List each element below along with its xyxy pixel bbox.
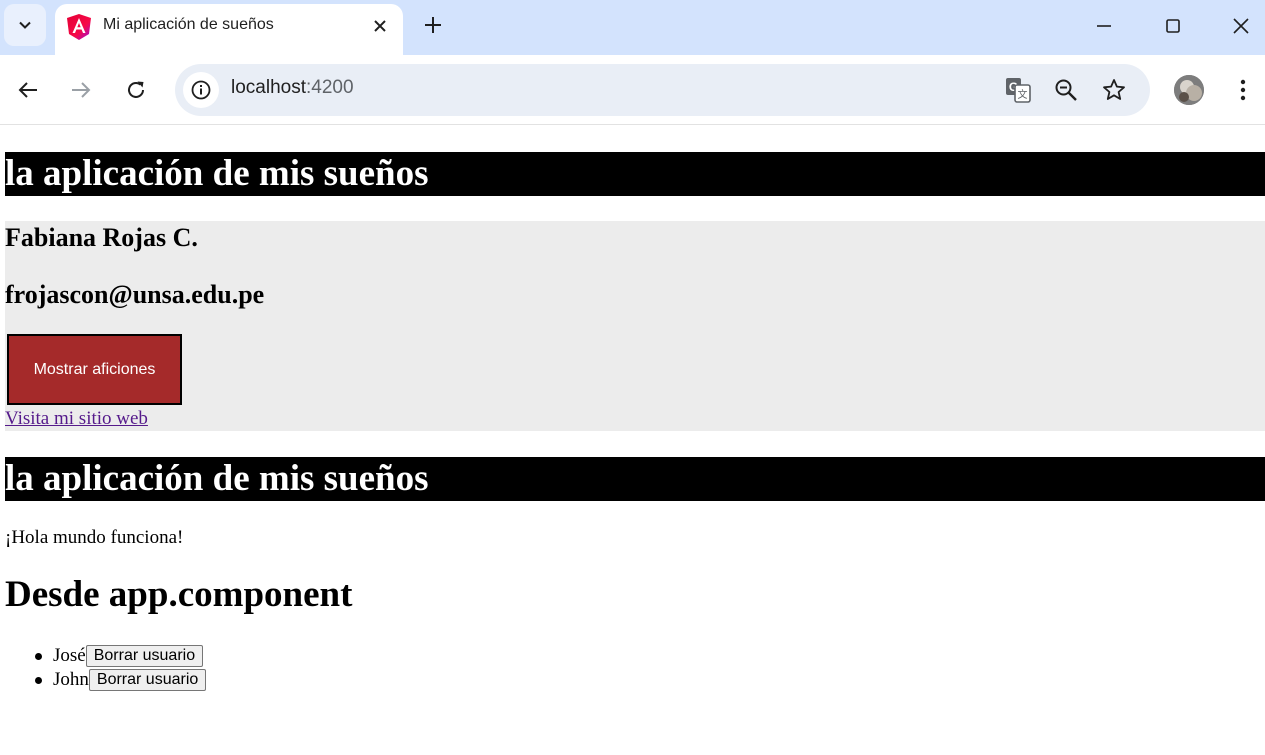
close-window-icon bbox=[1233, 18, 1249, 34]
bookmark-star-icon bbox=[1103, 79, 1125, 100]
app-banner-title-2: la aplicación de mis sueños bbox=[5, 457, 1265, 501]
forward-arrow-icon bbox=[72, 82, 91, 98]
close-tab-button[interactable] bbox=[367, 13, 393, 39]
reload-button[interactable] bbox=[118, 72, 154, 108]
maximize-button[interactable] bbox=[1143, 0, 1203, 52]
list-item: José Borrar usuario bbox=[35, 644, 206, 668]
zoom-out-icon bbox=[1055, 79, 1077, 101]
list-item: John Borrar usuario bbox=[35, 668, 207, 692]
maximize-icon bbox=[1166, 19, 1180, 33]
delete-user-button[interactable]: Borrar usuario bbox=[85, 645, 204, 667]
tab-title: Mi aplicación de sueños bbox=[103, 16, 274, 33]
new-tab-button[interactable] bbox=[418, 10, 448, 40]
browser-toolbar: localhost:4200 G文 bbox=[0, 55, 1265, 125]
minimize-button[interactable] bbox=[1074, 0, 1134, 52]
more-menu-button[interactable] bbox=[1228, 72, 1258, 108]
avatar-image-icon bbox=[1174, 75, 1204, 105]
svg-text:文: 文 bbox=[1018, 88, 1028, 101]
more-vertical-icon bbox=[1240, 79, 1246, 101]
show-hobbies-button[interactable]: Mostrar aficiones bbox=[7, 334, 182, 405]
forward-button[interactable] bbox=[63, 72, 99, 108]
reload-icon bbox=[128, 81, 144, 98]
angular-favicon-icon bbox=[67, 14, 91, 40]
delete-user-button[interactable]: Borrar usuario bbox=[88, 669, 207, 691]
close-window-button[interactable] bbox=[1211, 0, 1265, 52]
profile-card: Fabiana Rojas C. frojascon@unsa.edu.pe M… bbox=[5, 221, 1265, 431]
zoom-button[interactable] bbox=[1050, 74, 1082, 106]
section-heading: Desde app.component bbox=[5, 574, 353, 615]
tab-search-button[interactable] bbox=[4, 4, 46, 46]
plus-icon bbox=[425, 17, 441, 33]
translate-icon: G文 bbox=[1006, 78, 1031, 103]
back-button[interactable] bbox=[10, 72, 46, 108]
profile-email: frojascon@unsa.edu.pe bbox=[5, 280, 265, 309]
minimize-icon bbox=[1097, 25, 1111, 27]
close-icon bbox=[374, 20, 386, 32]
url-host: localhost bbox=[231, 77, 306, 98]
page-content: la aplicación de mis sueños Fabiana Roja… bbox=[0, 125, 1265, 755]
chevron-down-icon bbox=[19, 21, 31, 29]
url-port: :4200 bbox=[306, 77, 354, 98]
info-icon bbox=[191, 80, 211, 100]
user-list: José Borrar usuario John Borrar usuario bbox=[35, 644, 207, 692]
app-banner-title: la aplicación de mis sueños bbox=[5, 152, 1265, 196]
site-info-button[interactable] bbox=[183, 72, 219, 108]
user-name: John bbox=[53, 669, 89, 690]
url-text[interactable]: localhost:4200 bbox=[231, 77, 354, 99]
profile-name: Fabiana Rojas C. bbox=[5, 223, 198, 252]
hello-text: ¡Hola mundo funciona! bbox=[5, 527, 184, 548]
active-tab[interactable]: Mi aplicación de sueños bbox=[55, 4, 403, 55]
bullet-icon bbox=[35, 677, 42, 684]
user-name: José bbox=[53, 645, 86, 666]
profile-avatar[interactable] bbox=[1174, 75, 1204, 105]
translate-button[interactable]: G文 bbox=[1002, 74, 1034, 106]
bookmark-button[interactable] bbox=[1098, 74, 1130, 106]
back-arrow-icon bbox=[18, 82, 37, 98]
tab-strip: Mi aplicación de sueños bbox=[0, 0, 1265, 55]
website-link[interactable]: Visita mi sitio web bbox=[5, 408, 148, 430]
bullet-icon bbox=[35, 653, 42, 660]
address-bar[interactable]: localhost:4200 G文 bbox=[175, 64, 1150, 116]
